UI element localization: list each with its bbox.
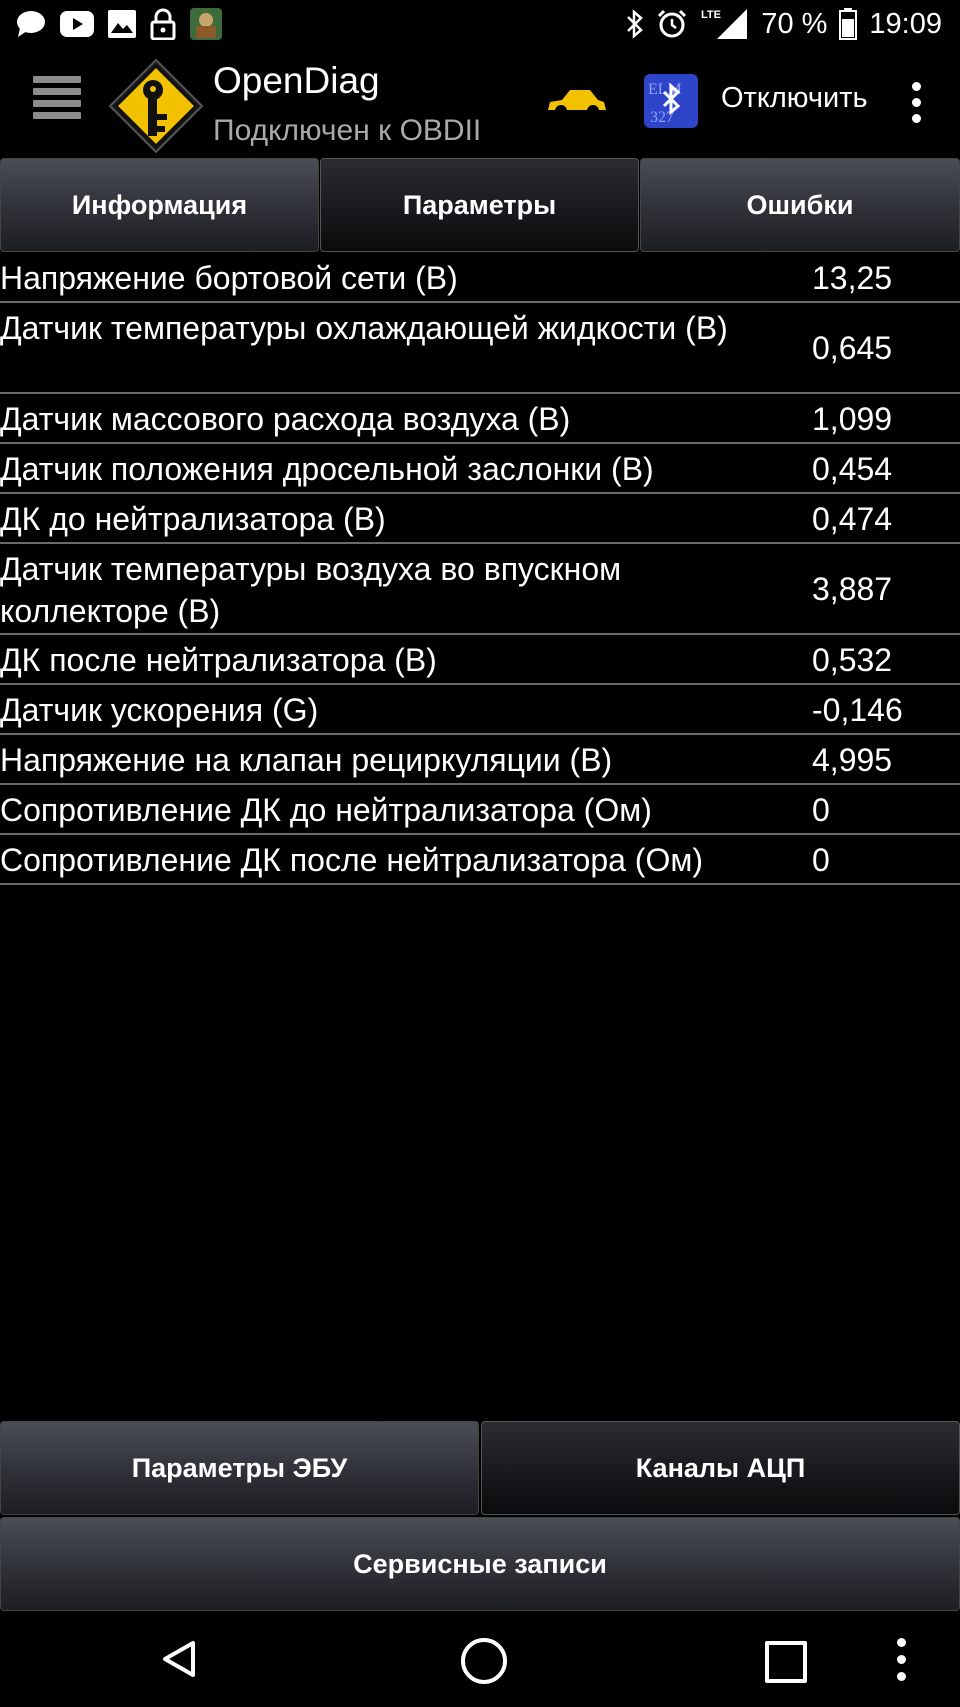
system-status: LTE 70 % 19:09 [625, 4, 942, 44]
table-row: Напряжение на клапан рециркуляции (В) 4,… [0, 735, 960, 785]
parameter-value: 0 [812, 792, 830, 828]
table-row: Датчик ускорения (G) -0,146 [0, 685, 960, 735]
parameter-value: 0,454 [812, 451, 893, 487]
parameter-name: Датчик температуры воздуха во впускном к… [0, 551, 622, 629]
parameter-value: 13,25 [812, 260, 893, 296]
ecu-parameters-button[interactable]: Параметры ЭБУ [0, 1421, 479, 1515]
more-icon[interactable] [888, 1636, 916, 1684]
table-row: Датчик массового расхода воздуха (В) 1,0… [0, 394, 960, 444]
navigation-bar [0, 1611, 960, 1707]
parameter-name: Датчик ускорения (G) [0, 692, 319, 728]
status-bar: LTE 70 % 19:09 [0, 0, 960, 48]
parameter-name: Напряжение на клапан рециркуляции (В) [0, 742, 613, 778]
overflow-menu-icon[interactable] [903, 78, 931, 128]
parameter-name: ДК после нейтрализатора (В) [0, 642, 437, 678]
opendiag-logo [106, 56, 206, 156]
parameter-value: 0 [812, 842, 830, 878]
youtube-icon [60, 11, 94, 37]
tab-information[interactable]: Информация [0, 158, 319, 252]
clock: 19:09 [869, 7, 942, 40]
table-row: ДК до нейтрализатора (В) 0,474 [0, 494, 960, 544]
game-app-icon [190, 8, 222, 40]
parameter-name: Датчик положения дросельной заслонки (В) [0, 451, 654, 487]
parameter-name: ДК до нейтрализатора (В) [0, 501, 386, 537]
table-row: Датчик температуры охлаждающей жидкости … [0, 303, 960, 394]
battery-percent: 70 % [761, 7, 828, 40]
service-records-button[interactable]: Сервисные записи [0, 1517, 960, 1611]
parameter-value: 3,887 [812, 571, 893, 607]
table-row: Сопротивление ДК до нейтрализатора (Ом) … [0, 785, 960, 835]
home-icon[interactable] [461, 1638, 507, 1684]
parameter-value: 0,474 [812, 501, 893, 537]
parameter-name: Сопротивление ДК до нейтрализатора (Ом) [0, 792, 652, 828]
lte-signal-icon: LTE [699, 7, 749, 41]
parameter-name: Сопротивление ДК после нейтрализатора (О… [0, 842, 703, 878]
parameter-value: -0,146 [812, 692, 903, 728]
menu-icon[interactable] [33, 76, 81, 124]
table-row: Напряжение бортовой сети (В) 13,25 [0, 253, 960, 303]
car-icon[interactable] [544, 80, 608, 126]
connection-status: Подключен к OBDII [213, 114, 482, 147]
parameter-name: Напряжение бортовой сети (В) [0, 260, 458, 296]
disconnect-button[interactable]: Отключить [721, 82, 868, 115]
parameter-value: 0,532 [812, 642, 893, 678]
back-icon[interactable] [160, 1639, 200, 1679]
parameter-list: Напряжение бортовой сети (В) 13,25 Датчи… [0, 253, 960, 885]
app-bar: OpenDiag Подключен к OBDII ELM 327 Отклю… [0, 48, 960, 158]
alarm-icon [657, 9, 687, 39]
adc-channels-button[interactable]: Каналы АЦП [481, 1421, 960, 1515]
lock-icon [150, 8, 176, 40]
parameter-value: 4,995 [812, 742, 893, 778]
parameter-value: 0,645 [812, 330, 893, 366]
notification-icons [16, 6, 222, 42]
tab-errors[interactable]: Ошибки [640, 158, 960, 252]
lte-label: LTE [701, 9, 721, 21]
table-row: Датчик положения дросельной заслонки (В)… [0, 444, 960, 494]
parameter-value: 1,099 [812, 401, 893, 437]
image-icon [108, 10, 136, 38]
parameter-name: Датчик массового расхода воздуха (В) [0, 401, 571, 437]
battery-icon [839, 8, 858, 40]
tab-parameters[interactable]: Параметры [320, 158, 639, 252]
bluetooth-icon [625, 9, 645, 39]
bluetooth-elm327-icon[interactable]: ELM 327 [644, 74, 698, 128]
table-row: Сопротивление ДК после нейтрализатора (О… [0, 835, 960, 885]
table-row: ДК после нейтрализатора (В) 0,532 [0, 635, 960, 685]
recents-icon[interactable] [765, 1641, 807, 1683]
message-icon [16, 10, 46, 38]
table-row: Датчик температуры воздуха во впускном к… [0, 544, 960, 635]
parameter-name: Датчик температуры охлаждающей жидкости … [0, 310, 728, 346]
app-title: OpenDiag [213, 60, 380, 101]
